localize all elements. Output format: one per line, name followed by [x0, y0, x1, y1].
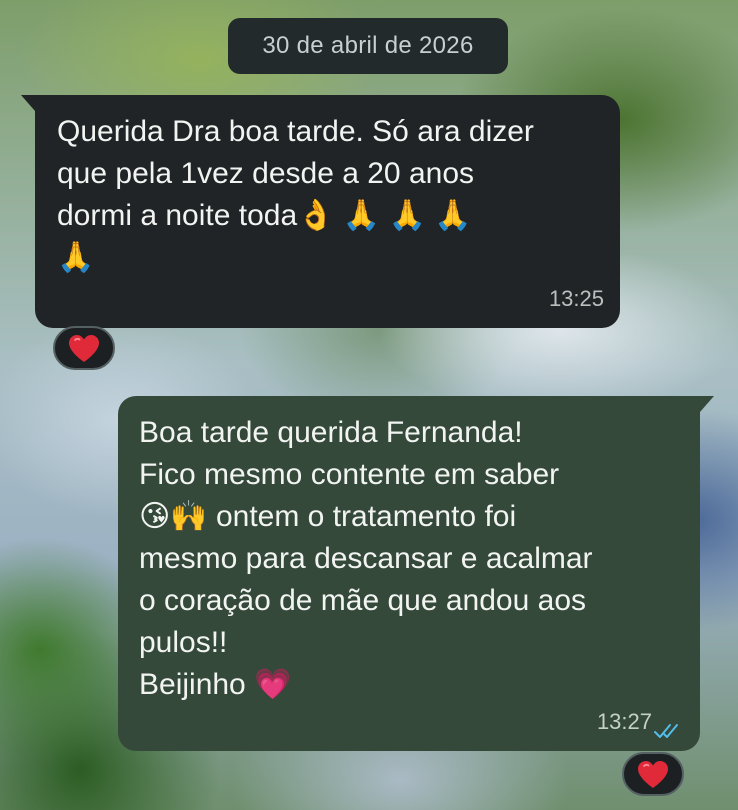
message-line: mesmo para descansar e acalmar — [139, 542, 593, 575]
heart-icon — [69, 335, 99, 362]
outgoing-message-bubble[interactable]: Boa tarde querida Fernanda! Fico mesmo c… — [118, 396, 714, 751]
date-separator: 30 de abril de 2026 — [228, 18, 508, 74]
message-reaction[interactable] — [622, 752, 684, 796]
message-line: dormi a noite toda👌 🙏 🙏 🙏 — [57, 199, 472, 232]
message-line: 😘🙌 ontem o tratamento foi — [139, 500, 517, 533]
bubble-tail — [21, 95, 35, 111]
message-line: Fico mesmo contente em saber — [139, 458, 560, 491]
message-reaction[interactable] — [53, 326, 115, 370]
message-timestamp: 13:25 — [548, 286, 604, 311]
heart-icon — [638, 761, 668, 788]
incoming-message-bubble[interactable]: Querida Dra boa tarde. Só ara dizer que … — [21, 95, 620, 328]
message-line: que pela 1vez desde a 20 anos — [57, 157, 474, 190]
message-line: Beijinho 💗 — [139, 668, 292, 701]
message-line: Querida Dra boa tarde. Só ara dizer — [57, 115, 534, 148]
double-check-icon — [654, 724, 678, 738]
bubble-tail — [700, 396, 714, 412]
message-line: Boa tarde querida Fernanda! — [139, 416, 523, 449]
message-timestamp: 13:27 — [596, 709, 652, 734]
message-line: pulos!! — [139, 626, 228, 659]
message-line: o coração de mãe que andou aos — [139, 584, 586, 617]
message-line: 🙏 — [57, 241, 95, 274]
date-separator-label: 30 de abril de 2026 — [262, 32, 474, 59]
